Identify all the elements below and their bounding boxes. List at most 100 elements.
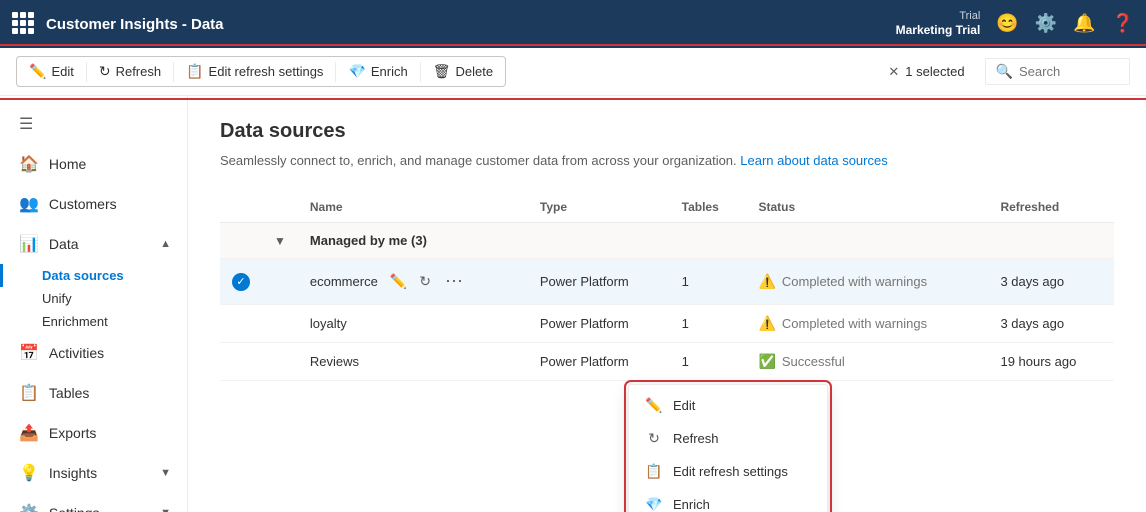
search-box[interactable]: 🔍: [985, 58, 1130, 85]
table-row[interactable]: Reviews Power Platform 1 ✅ Successful 19…: [220, 343, 1114, 381]
edit-button[interactable]: ✏️ Edit: [21, 59, 82, 84]
group-label: Managed by me (3): [298, 223, 1114, 259]
success-icon: ✅: [758, 353, 775, 370]
separator: [420, 62, 421, 82]
row-more-button[interactable]: ⋯: [439, 269, 469, 294]
bell-icon[interactable]: 🔔: [1073, 13, 1095, 34]
tables-icon: 📋: [19, 383, 39, 403]
sidebar-item-activities[interactable]: 📅 Activities: [0, 333, 187, 373]
delete-icon: 🗑: [433, 63, 451, 80]
toolbar: ✏️ Edit ↻ Refresh 📋 Edit refresh setting…: [0, 48, 1146, 96]
sidebar-item-enrichment[interactable]: Enrichment: [0, 310, 187, 333]
chevron-up-icon: ▲: [160, 238, 171, 250]
learn-link[interactable]: Learn about data sources: [740, 153, 887, 168]
col-name-header: Name: [298, 192, 528, 223]
data-icon: 📊: [19, 234, 39, 254]
context-enrich-icon: 💎: [645, 496, 663, 512]
col-type-header: Type: [528, 192, 670, 223]
selected-info: ✕ 1 selected: [888, 64, 964, 80]
insights-icon: 💡: [19, 463, 39, 483]
warning-icon: ⚠️: [758, 315, 775, 332]
search-icon: 🔍: [996, 63, 1013, 80]
chevron-down-icon: ▼: [160, 507, 171, 512]
row-tables: 1: [670, 259, 747, 305]
row-tables: 1: [670, 343, 747, 381]
row-refreshed: 19 hours ago: [988, 343, 1114, 381]
row-type: Power Platform: [528, 343, 670, 381]
group-chevron-icon[interactable]: ▼: [274, 234, 286, 248]
context-refresh-icon: ↻: [645, 430, 663, 447]
context-menu: ✏️ Edit ↻ Refresh 📋 Edit refresh setting…: [628, 384, 828, 512]
sidebar-item-insights[interactable]: 💡 Insights ▼: [0, 453, 187, 493]
context-menu-item-edit-refresh[interactable]: 📋 Edit refresh settings: [629, 455, 827, 488]
sidebar-item-customers[interactable]: 👥 Customers: [0, 184, 187, 224]
col-chevron: [262, 192, 298, 223]
group-row-managed: ▼ Managed by me (3): [220, 223, 1114, 259]
enrich-button[interactable]: 💎 Enrich: [340, 59, 415, 84]
col-tables-header: Tables: [670, 192, 747, 223]
row-check-icon[interactable]: ✓: [232, 273, 250, 291]
col-refreshed-header: Refreshed: [988, 192, 1114, 223]
data-table: Name Type Tables Status Refreshed ▼ Mana…: [220, 192, 1114, 381]
settings-icon: 📋: [186, 63, 203, 80]
customers-icon: 👥: [19, 194, 39, 214]
col-checkbox: [220, 192, 262, 223]
settings-sidebar-icon: ⚙️: [19, 503, 39, 512]
context-menu-item-enrich[interactable]: 💎 Enrich: [629, 488, 827, 512]
search-input[interactable]: [1019, 64, 1119, 79]
separator: [86, 62, 87, 82]
row-name: Reviews: [298, 343, 528, 381]
context-menu-item-refresh[interactable]: ↻ Refresh: [629, 422, 827, 455]
separator: [173, 62, 174, 82]
row-name: loyalty: [298, 305, 528, 343]
row-type: Power Platform: [528, 305, 670, 343]
enrich-icon: 💎: [348, 63, 365, 80]
home-icon: 🏠: [19, 154, 39, 174]
sidebar-item-exports[interactable]: 📤 Exports: [0, 413, 187, 453]
sidebar-item-hamburger[interactable]: ☰: [0, 104, 187, 144]
context-menu-item-edit[interactable]: ✏️ Edit: [629, 389, 827, 422]
refresh-icon: ↻: [99, 63, 111, 80]
row-tables: 1: [670, 305, 747, 343]
separator: [335, 62, 336, 82]
main-content: Data sources Seamlessly connect to, enri…: [188, 96, 1146, 512]
sidebar-item-settings[interactable]: ⚙️ Settings ▼: [0, 493, 187, 512]
col-status-header: Status: [746, 192, 988, 223]
row-edit-button[interactable]: ✏️: [386, 271, 411, 292]
refresh-button[interactable]: ↻ Refresh: [91, 59, 169, 84]
sidebar-item-data-sources[interactable]: Data sources: [0, 264, 187, 287]
top-nav: Customer Insights - Data Trial Marketing…: [0, 0, 1146, 48]
clear-selection-button[interactable]: ✕: [888, 64, 899, 80]
gear-icon[interactable]: ⚙️: [1035, 13, 1057, 34]
sidebar-item-unify[interactable]: Unify: [0, 287, 187, 310]
trial-badge: Trial Marketing Trial: [896, 9, 981, 39]
row-status: ✅ Successful: [746, 343, 988, 381]
row-refreshed: 3 days ago: [988, 305, 1114, 343]
help-icon[interactable]: ❓: [1112, 13, 1134, 34]
sidebar: ☰ 🏠 Home 👥 Customers 📊 Data ▲ Data sourc…: [0, 96, 188, 512]
edit-refresh-settings-button[interactable]: 📋 Edit refresh settings: [178, 59, 331, 84]
sidebar-item-tables[interactable]: 📋 Tables: [0, 373, 187, 413]
page-description: Seamlessly connect to, enrich, and manag…: [220, 153, 1114, 168]
row-status: ⚠️ Completed with warnings: [746, 259, 988, 305]
chevron-down-icon: ▼: [160, 467, 171, 479]
row-refresh-button[interactable]: ↻: [415, 271, 435, 292]
context-editrefresh-icon: 📋: [645, 463, 663, 480]
edit-icon: ✏️: [29, 63, 46, 80]
selected-count: 1 selected: [905, 64, 964, 79]
sidebar-item-home[interactable]: 🏠 Home: [0, 144, 187, 184]
delete-button[interactable]: 🗑 Delete: [425, 59, 501, 84]
row-actions: ✏️ ↻ ⋯: [386, 269, 469, 294]
user-icon[interactable]: 😊: [996, 13, 1018, 34]
toolbar-group: ✏️ Edit ↻ Refresh 📋 Edit refresh setting…: [16, 56, 506, 87]
top-nav-right: Trial Marketing Trial 😊 ⚙️ 🔔 ❓: [896, 9, 1134, 39]
waffle-icon[interactable]: [12, 12, 36, 36]
row-refreshed: 3 days ago: [988, 259, 1114, 305]
context-edit-icon: ✏️: [645, 397, 663, 414]
warning-icon: ⚠️: [758, 273, 775, 290]
table-row[interactable]: loyalty Power Platform 1 ⚠️ Completed wi…: [220, 305, 1114, 343]
activities-icon: 📅: [19, 343, 39, 363]
layout: ☰ 🏠 Home 👥 Customers 📊 Data ▲ Data sourc…: [0, 96, 1146, 512]
table-row[interactable]: ✓ ecommerce ✏️ ↻ ⋯ Power Pla: [220, 259, 1114, 305]
sidebar-item-data[interactable]: 📊 Data ▲: [0, 224, 187, 264]
